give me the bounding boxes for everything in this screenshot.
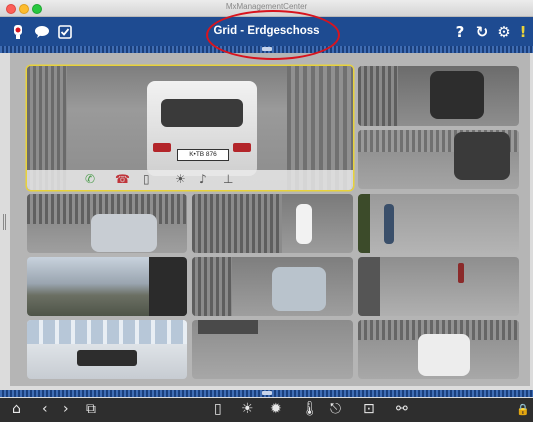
splitter-handle[interactable] [262, 391, 272, 395]
camera-view[interactable] [27, 257, 187, 316]
camera-bg-fence [192, 257, 232, 316]
scooter [296, 204, 312, 244]
car [91, 214, 157, 252]
snapshot-icon[interactable]: ⊡ [363, 401, 375, 417]
phone-accept-icon[interactable]: ✆ [85, 172, 95, 186]
link-icon[interactable]: ⚯ [396, 401, 408, 417]
cyclist [384, 204, 394, 244]
ticket-icon[interactable]: ⎋ [330, 401, 341, 417]
camera-view[interactable] [358, 257, 519, 316]
lobby-furniture [77, 350, 137, 366]
car-taillight [233, 143, 251, 152]
camera-view[interactable] [358, 66, 519, 126]
camera-view[interactable] [27, 194, 187, 253]
camera-view[interactable] [192, 194, 353, 253]
sound-icon[interactable]: ♪ [199, 172, 207, 186]
alert-icon[interactable]: ! [516, 22, 530, 42]
camera-view[interactable] [358, 194, 519, 253]
light-icon[interactable]: ☀ [175, 172, 186, 186]
camera-control-bar: ✆ ☎ ▯ ☀ ♪ ⊥ [27, 170, 353, 190]
settings-icon[interactable]: ⚙ [494, 22, 514, 42]
car [430, 71, 484, 119]
camera-view[interactable] [192, 320, 353, 379]
light-bright-icon[interactable]: ✹ [270, 401, 282, 417]
highlight-annotation [206, 10, 340, 60]
camera-view[interactable] [358, 320, 519, 379]
camera-bg-plant [358, 194, 370, 253]
camera-grid: K•TB 876 ✆ ☎ ▯ ☀ ♪ ⊥ [10, 53, 530, 386]
refresh-icon[interactable]: ↻ [472, 22, 492, 42]
side-panel-grip[interactable] [3, 214, 7, 230]
license-plate: K•TB 876 [177, 149, 229, 161]
camera-view[interactable]: K•TB 876 ✆ ☎ ▯ ☀ ♪ ⊥ [27, 66, 353, 190]
bottom-splitter[interactable] [0, 390, 533, 397]
back-icon[interactable]: ‹ [42, 401, 48, 417]
car [418, 334, 470, 376]
layout-icon[interactable]: ⧉ [86, 401, 96, 417]
pedestrian [458, 263, 464, 283]
door-icon[interactable]: ▯ [143, 172, 150, 186]
camera-bg-fence [358, 66, 398, 126]
home-icon[interactable]: ⌂ [12, 401, 21, 417]
phone-hangup-icon[interactable]: ☎ [115, 172, 130, 186]
van [198, 320, 258, 334]
camera-view[interactable] [192, 257, 353, 316]
camera-view[interactable] [27, 320, 187, 379]
car [272, 267, 326, 311]
camera-bg-wall [358, 257, 380, 316]
thermometer-icon[interactable]: 🌡 [301, 401, 319, 417]
car: K•TB 876 [147, 81, 257, 176]
footer-toolbar: ⌂ ‹ › ⧉ ▯ ☀ ✹ 🌡 ⎋ ⊡ ⚯ 🔒 [0, 398, 533, 422]
lock-icon[interactable]: 🔒 [516, 403, 530, 416]
car-taillight [153, 143, 171, 152]
light-dim-icon[interactable]: ☀ [241, 401, 254, 417]
thermometer-icon[interactable]: ⊥ [223, 172, 233, 186]
camera-bg-windows [27, 320, 187, 344]
camera-view[interactable] [358, 130, 519, 189]
car [454, 132, 510, 180]
forward-icon[interactable]: › [63, 401, 69, 417]
car-window [161, 99, 243, 127]
camera-bg-wall [149, 257, 187, 316]
help-icon[interactable]: ? [450, 22, 470, 42]
door-icon[interactable]: ▯ [214, 401, 222, 417]
camera-bg-fence [192, 194, 282, 253]
